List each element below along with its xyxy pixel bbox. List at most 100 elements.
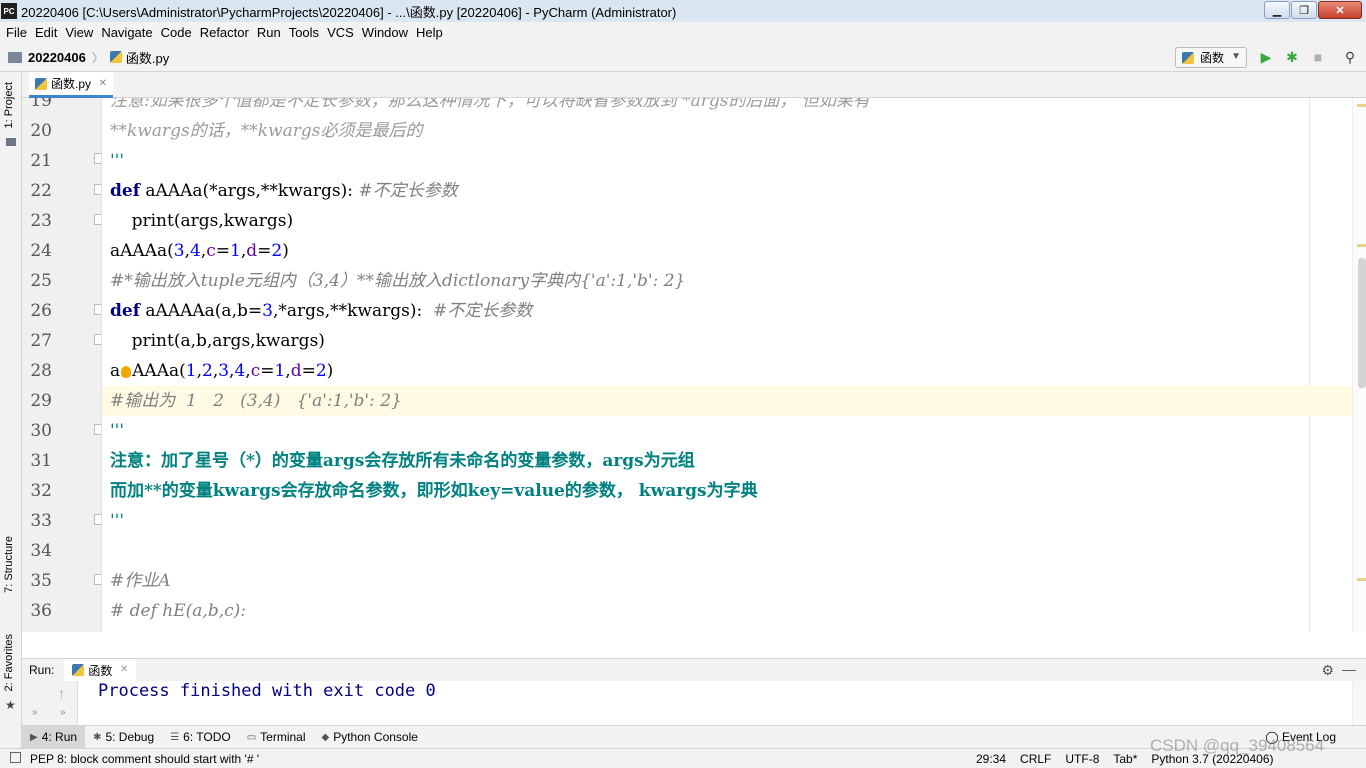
fold-marker-icon[interactable] — [94, 214, 101, 225]
project-tool-tab[interactable]: 1: Project — [3, 82, 15, 128]
chevron-right-icon: 〉 — [91, 50, 104, 65]
minimize-icon[interactable]: ▁ — [1264, 1, 1290, 19]
fold-marker-icon[interactable] — [94, 424, 101, 435]
code-line-21: ''' — [102, 146, 1352, 176]
code-line-32: 而加**的变量kwargs会存放命名参数，即形如key=value的参数， kw… — [102, 476, 1352, 506]
function-signature: aAAAAa(a,b= — [140, 301, 263, 321]
favorites-tool-tab[interactable]: 2: Favorites — [3, 634, 15, 691]
left-tool-strip: 1: Project 7: Structure 2: Favorites ★ — [0, 72, 22, 748]
window-controls: ▁ ❐ ✕ — [1264, 1, 1362, 19]
code-line-27: print(a,b,args,kwargs) — [102, 326, 1352, 356]
hide-panel-icon[interactable]: — — [1342, 661, 1356, 677]
search-icon[interactable]: ⚲ — [1342, 49, 1358, 65]
code-text: a — [110, 361, 121, 381]
editor-tab-main[interactable]: 函数.py ✕ — [29, 72, 114, 98]
close-run-tab-icon[interactable]: ✕ — [120, 664, 128, 675]
run-console[interactable]: ↑ » » Process finished with exit code 0 — [22, 681, 1366, 725]
comment: #*输出放入tuple元组内（3,4）**输出放入dictlonary字典内{'… — [110, 271, 686, 291]
menu-run[interactable]: Run — [253, 25, 285, 40]
tool-tab-terminal[interactable]: ▭ Terminal — [239, 726, 314, 749]
stop-icon[interactable]: ■ — [1310, 49, 1326, 65]
folder-icon — [8, 51, 22, 63]
docstring-text: 而加**的变量kwargs会存放命名参数，即形如key=value的参数， kw… — [110, 481, 758, 501]
menu-tools[interactable]: Tools — [285, 25, 323, 40]
star-icon: ★ — [5, 698, 16, 712]
docstring-text: 注意：加了星号（*）的变量args会存放所有未命名的变量参数，args为元组 — [110, 451, 695, 471]
menu-vcs[interactable]: VCS — [323, 25, 358, 40]
lightbulb-icon[interactable] — [121, 365, 132, 378]
line-number: 33 — [30, 511, 52, 531]
close-tab-icon[interactable]: ✕ — [99, 78, 107, 89]
fold-marker-icon[interactable] — [94, 153, 101, 164]
code-text: AAAa( — [132, 361, 186, 381]
close-icon[interactable]: ✕ — [1318, 1, 1362, 19]
fold-marker-icon[interactable] — [94, 514, 101, 525]
code-editor[interactable]: 注意:如果很多个值都是不定长参数，那么这种情况下，可以将缺省参数放到 *args… — [102, 98, 1352, 632]
fold-marker-icon[interactable] — [94, 304, 101, 315]
number: 1 — [185, 361, 197, 381]
rerun-up-icon[interactable]: ↑ — [58, 685, 65, 701]
code-text: = — [301, 361, 316, 381]
named-arg: d — [246, 241, 258, 261]
gear-icon[interactable]: ⚙ — [1321, 662, 1334, 679]
scrollbar-thumb[interactable] — [1358, 258, 1366, 388]
warning-marker[interactable] — [1357, 104, 1366, 107]
number: 2 — [271, 241, 283, 261]
line-number: 26 — [30, 301, 52, 321]
menu-help[interactable]: Help — [412, 25, 447, 40]
fold-marker-icon[interactable] — [94, 184, 101, 195]
menu-refactor[interactable]: Refactor — [196, 25, 253, 40]
tool-tab-run-label: 4: Run — [41, 730, 78, 744]
line-number: 29 — [30, 391, 52, 411]
line-number: 20 — [30, 121, 52, 141]
debug-icon[interactable]: ✱ — [1284, 49, 1300, 65]
line-separator[interactable]: CRLF — [1020, 752, 1051, 766]
line-number: 27 — [30, 331, 52, 351]
code-text: = — [260, 361, 275, 381]
code-text: print(a,b,args,kwargs) — [110, 331, 325, 351]
code-line-22: def aAAAa(*args,**kwargs): #不定长参数 — [102, 176, 1352, 206]
menu-view[interactable]: View — [61, 25, 97, 40]
editor-tab-label: 函数.py — [51, 77, 92, 91]
line-number: 30 — [30, 421, 52, 441]
project-icon — [6, 138, 16, 146]
fold-marker-icon[interactable] — [94, 574, 101, 585]
run-tab[interactable]: 函数 ✕ — [64, 659, 137, 681]
warning-marker[interactable] — [1357, 244, 1366, 247]
line-number: 36 — [30, 601, 52, 621]
menu-window[interactable]: Window — [358, 25, 412, 40]
run-panel-label: Run: — [29, 663, 55, 677]
tool-tab-todo[interactable]: ☰ 6: TODO — [162, 726, 239, 749]
warning-marker[interactable] — [1357, 578, 1366, 581]
code-line-29: #输出为 1 2 (3,4) {'a':1,'b': 2} — [102, 386, 1352, 416]
tool-tab-run[interactable]: ▶ 4: Run — [22, 725, 86, 749]
tool-tab-debug[interactable]: ✱ 5: Debug — [85, 726, 162, 749]
line-number: 25 — [30, 271, 52, 291]
run-icon[interactable]: ▶ — [1258, 49, 1274, 65]
editor-scrollbar[interactable] — [1352, 98, 1366, 632]
menu-file[interactable]: File — [2, 25, 31, 40]
toggle-tool-windows-icon[interactable] — [10, 752, 21, 763]
code-text: ) — [282, 241, 289, 261]
file-encoding[interactable]: UTF-8 — [1065, 752, 1099, 766]
run-configuration-select[interactable]: 函数 ▼ — [1175, 47, 1247, 68]
console-scrollbar[interactable] — [1352, 681, 1366, 725]
caret-position[interactable]: 29:34 — [976, 752, 1006, 766]
code-text: print(args,kwargs) — [110, 211, 294, 231]
breadcrumb-project[interactable]: 20220406 — [28, 50, 86, 65]
breadcrumb-file[interactable]: 函数.py — [126, 48, 169, 67]
expand-icon[interactable]: » — [60, 707, 66, 718]
structure-tool-tab[interactable]: 7: Structure — [3, 536, 15, 593]
fold-marker-icon[interactable] — [94, 334, 101, 345]
comment: #不定长参数 — [433, 301, 533, 321]
comment: #不定长参数 — [358, 181, 458, 201]
menu-code[interactable]: Code — [157, 25, 196, 40]
number: 4 — [234, 361, 246, 381]
expand-icon[interactable]: » — [32, 707, 38, 718]
code-line-30: ''' — [102, 416, 1352, 446]
menu-navigate[interactable]: Navigate — [97, 25, 156, 40]
indent-setting[interactable]: Tab* — [1113, 752, 1137, 766]
menu-edit[interactable]: Edit — [31, 25, 61, 40]
restore-icon[interactable]: ❐ — [1291, 1, 1317, 19]
tool-tab-python-console[interactable]: ◆ Python Console — [314, 726, 426, 749]
